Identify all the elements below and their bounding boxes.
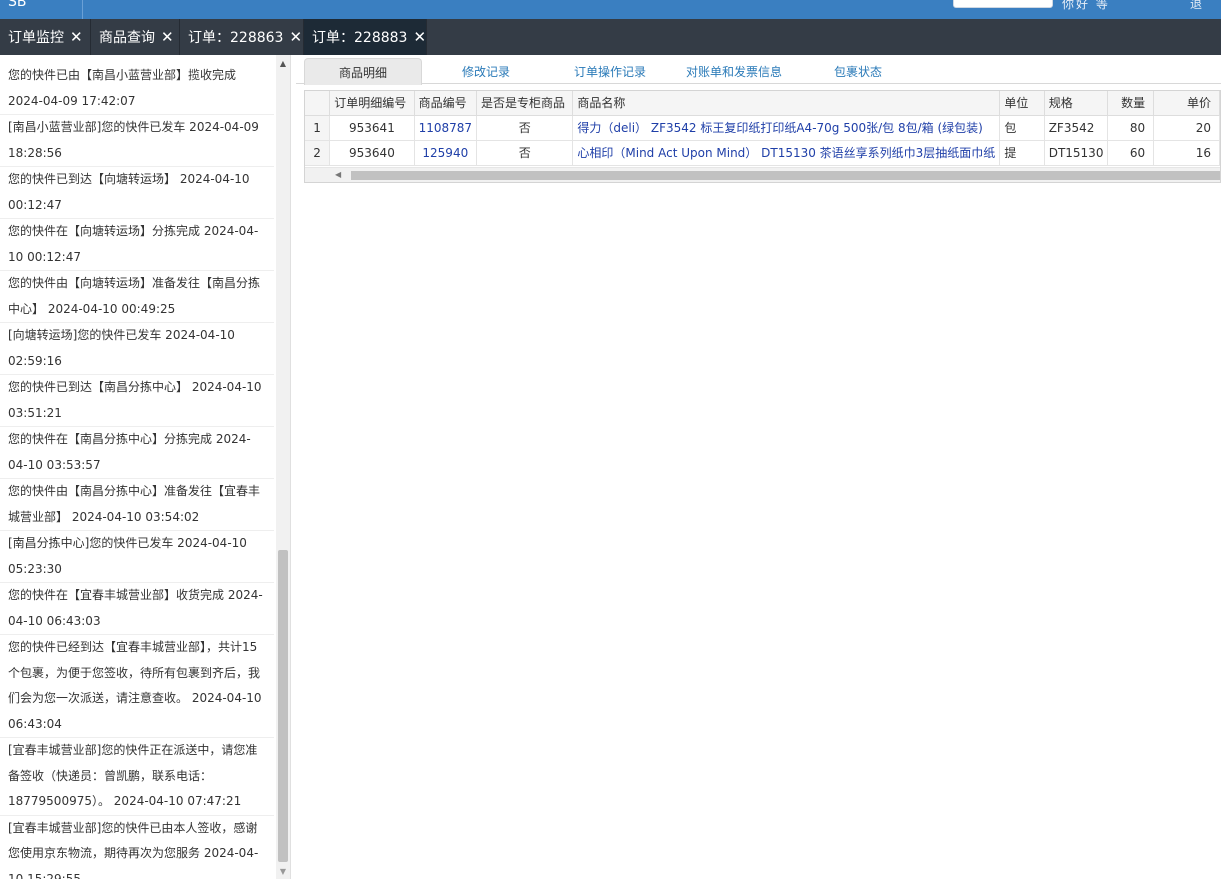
column-header-detail-id[interactable]: 订单明细编号 — [329, 91, 415, 116]
tab-bar: 订单监控 ✕ 商品查询 ✕ 订单：228863 ✕ 订单：228883 ✕ — [0, 19, 1221, 55]
tracking-entry: [向塘转运场]您的快件已发车 2024-04-10 02:59:16 — [0, 323, 274, 375]
quantity-cell: 80 — [1107, 115, 1155, 141]
product-grid: 订单明细编号 商品编号 是否是专柜商品 商品名称 单位 规格 数量 单价 1 9… — [304, 90, 1221, 183]
quantity-cell: 60 — [1107, 140, 1155, 166]
product-name-link[interactable]: 得力（deli） ZF3542 标王复印纸打印纸A4-70g 500张/包 8包… — [572, 115, 1001, 141]
column-header-product-name[interactable]: 商品名称 — [572, 91, 1001, 116]
tab-order-228863[interactable]: 订单：228863 ✕ — [180, 19, 304, 55]
detail-subtabs: 商品明细 修改记录 订单操作记录 对账单和发票信息 包裹状态 — [296, 55, 1221, 85]
top-header: SВ 你好 等 退 — [0, 0, 1221, 19]
subtab-order-operation-log[interactable]: 订单操作记录 — [554, 58, 666, 84]
product-id-link[interactable]: 1108787 — [414, 115, 478, 141]
logout-link[interactable]: 退 — [1190, 0, 1202, 12]
product-name-link[interactable]: 心相印（Mind Act Upon Mind） DT15130 茶语丝享系列纸巾… — [572, 140, 1001, 166]
tab-product-query[interactable]: 商品查询 ✕ — [91, 19, 180, 55]
tab-label: 商品查询 — [99, 30, 155, 46]
tracking-entry: [宜春丰城营业部]您的快件正在派送中，请您准备签收（快递员：曾凯鹏，联系电话：1… — [0, 738, 274, 816]
tracking-entry: 您的快件已经到达【宜春丰城营业部】，共计15个包裹，为便于您签收，待所有包裹到齐… — [0, 635, 274, 738]
scroll-thumb[interactable] — [278, 550, 288, 862]
tracking-entry: [宜春丰城营业部]您的快件已由本人签收，感谢您使用京东物流，期待再次为您服务 2… — [0, 816, 274, 879]
table-header-row: 订单明细编号 商品编号 是否是专柜商品 商品名称 单位 规格 数量 单价 — [305, 91, 1220, 116]
tab-order-monitor[interactable]: 订单监控 ✕ — [0, 19, 91, 55]
subtab-modify-history[interactable]: 修改记录 — [432, 58, 540, 84]
tracking-entry: 您的快件在【南昌分拣中心】分拣完成 2024-04-10 03:53:57 — [0, 427, 274, 479]
unit-cell: 提 — [999, 140, 1045, 166]
unit-cell: 包 — [999, 115, 1045, 141]
subtab-package-status[interactable]: 包裹状态 — [804, 58, 912, 84]
column-header-spec[interactable]: 规格 — [1044, 91, 1109, 116]
close-icon[interactable]: ✕ — [289, 28, 302, 46]
header-divider — [82, 0, 83, 19]
unit-price-cell: 16 — [1153, 140, 1220, 166]
tracking-entry: [南昌分拣中心]您的快件已发车 2024-04-10 05:23:30 — [0, 531, 274, 583]
detail-id-cell: 953641 — [329, 115, 415, 141]
horizontal-scrollbar[interactable]: ◀ — [305, 167, 1220, 182]
tracking-entry: 您的快件已到达【向塘转运场】 2024-04-10 00:12:47 — [0, 167, 274, 219]
column-header-unit-price[interactable]: 单价 — [1153, 91, 1220, 116]
column-header-unit[interactable]: 单位 — [999, 91, 1045, 116]
tracking-entry: 您的快件在【宜春丰城营业部】收货完成 2024-04-10 06:43:03 — [0, 583, 274, 635]
header-search-input[interactable] — [953, 0, 1053, 8]
tracking-entry: 您的快件在【向塘转运场】分拣完成 2024-04-10 00:12:47 — [0, 219, 274, 271]
tab-label: 订单：228883 — [312, 30, 408, 46]
subtab-product-details[interactable]: 商品明细 — [304, 58, 422, 85]
horizontal-scroll-thumb[interactable] — [351, 171, 1220, 180]
app-logo[interactable]: SВ — [8, 0, 27, 10]
scroll-left-arrow-icon[interactable]: ◀ — [335, 170, 341, 179]
subtab-statement-invoice[interactable]: 对账单和发票信息 — [678, 58, 790, 84]
column-header-rownum — [305, 91, 331, 116]
order-detail-content: 商品明细 修改记录 订单操作记录 对账单和发票信息 包裹状态 订单明细编号 商品… — [296, 55, 1221, 879]
column-header-is-counter[interactable]: 是否是专柜商品 — [476, 91, 574, 116]
column-header-product-id[interactable]: 商品编号 — [414, 91, 478, 116]
close-icon[interactable]: ✕ — [413, 28, 426, 46]
tracking-scrollbar[interactable]: ▲ ▼ — [276, 55, 290, 879]
unit-price-cell: 20 — [1153, 115, 1220, 141]
is-counter-cell: 否 — [476, 115, 574, 141]
table-row[interactable]: 1 953641 1108787 否 得力（deli） ZF3542 标王复印纸… — [305, 115, 1220, 141]
tracking-entry: 您的快件由【南昌分拣中心】准备发往【宜春丰城营业部】 2024-04-10 03… — [0, 479, 274, 531]
spec-cell: DT15130 — [1044, 140, 1109, 166]
tracking-entry: 您的快件由【向塘转运场】准备发往【南昌分拣中心】 2024-04-10 00:4… — [0, 271, 274, 323]
tab-order-228883[interactable]: 订单：228883 ✕ — [304, 19, 427, 55]
column-header-quantity[interactable]: 数量 — [1107, 91, 1155, 116]
table-row[interactable]: 2 953640 125940 否 心相印（Mind Act Upon Mind… — [305, 140, 1220, 166]
tracking-entry: [南昌小蓝营业部]您的快件已发车 2024-04-09 18:28:56 — [0, 115, 274, 167]
detail-id-cell: 953640 — [329, 140, 415, 166]
close-icon[interactable]: ✕ — [161, 28, 174, 46]
tab-label: 订单监控 — [8, 30, 64, 46]
product-table: 订单明细编号 商品编号 是否是专柜商品 商品名称 单位 规格 数量 单价 1 9… — [305, 91, 1220, 166]
tab-label: 订单：228863 — [188, 30, 284, 46]
tracking-list[interactable]: 您的快件已由【南昌小蓝营业部】揽收完成 2024-04-09 17:42:07 … — [0, 55, 274, 879]
row-number: 2 — [305, 140, 331, 166]
is-counter-cell: 否 — [476, 140, 574, 166]
tracking-entry: 您的快件已由【南昌小蓝营业部】揽收完成 2024-04-09 17:42:07 — [0, 63, 274, 115]
scroll-up-arrow-icon[interactable]: ▲ — [276, 55, 290, 71]
tracking-panel: 您的快件已由【南昌小蓝营业部】揽收完成 2024-04-09 17:42:07 … — [0, 55, 291, 879]
user-greeting[interactable]: 你好 等 — [1062, 0, 1110, 12]
row-number: 1 — [305, 115, 331, 141]
scroll-down-arrow-icon[interactable]: ▼ — [276, 863, 290, 879]
close-icon[interactable]: ✕ — [70, 28, 83, 46]
spec-cell: ZF3542 — [1044, 115, 1109, 141]
tracking-entry: 您的快件已到达【南昌分拣中心】 2024-04-10 03:51:21 — [0, 375, 274, 427]
product-id-link[interactable]: 125940 — [414, 140, 478, 166]
